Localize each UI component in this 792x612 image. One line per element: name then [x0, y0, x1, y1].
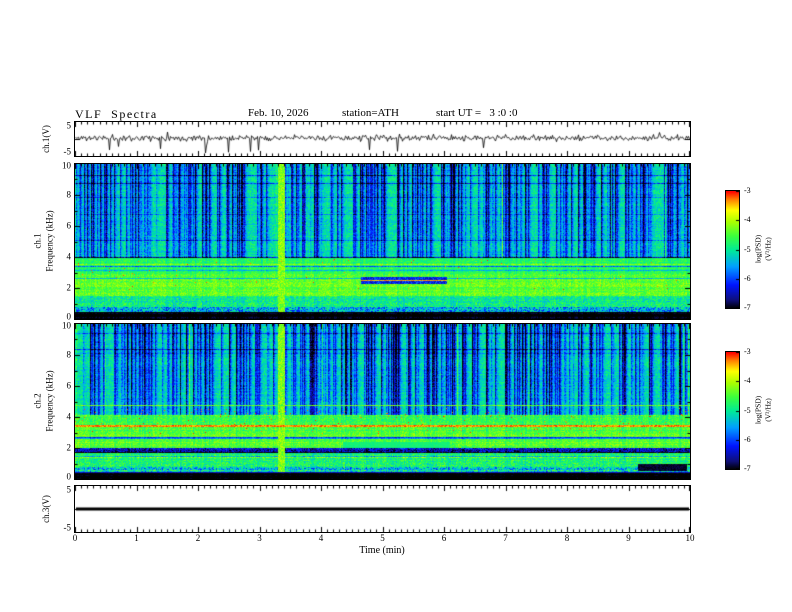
colorbar-tick-label: -3: [744, 186, 751, 195]
y-tick-label: 10: [62, 160, 71, 171]
colorbar-tick-label: -6: [744, 273, 751, 283]
y-tick-label: 4: [66, 251, 72, 262]
x-tick-label: 7: [503, 533, 508, 543]
y-tick-label: 0: [66, 471, 72, 482]
ch2-spectrogram-canvas: [74, 323, 691, 480]
y-tick-label: 10: [62, 320, 71, 331]
colorbar-tick-label: -4: [744, 215, 751, 225]
y-tick-label: -5: [63, 146, 72, 157]
x-tick-label: 1: [134, 533, 139, 543]
y-tick-label: -5: [63, 522, 72, 533]
colorbar-tick-label: -3: [744, 347, 751, 356]
x-tick-label: 6: [441, 533, 447, 543]
y-tick-label: 5: [66, 484, 72, 495]
y-tick-label: 6: [66, 380, 72, 391]
x-tick-label: 8: [564, 533, 570, 543]
x-tick-label: 0: [72, 533, 78, 543]
x-tick-label: 2: [195, 533, 201, 543]
x-tick-label: 4: [318, 533, 324, 543]
colorbar-tick-label: -5: [744, 244, 751, 254]
colorbar-tick-label: -7: [744, 303, 751, 312]
y-tick-label: 4: [66, 411, 72, 422]
ch2-spectrogram-ylabel: ch.2 Frequency (kHz): [32, 370, 54, 432]
plot-title: VLF Spectra: [75, 107, 158, 121]
ch2-colorbar: [725, 351, 740, 470]
y-tick-label: 8: [66, 189, 72, 200]
y-tick-label: 8: [66, 349, 72, 360]
ch1-colorbar: [725, 190, 740, 309]
x-tick-label: 5: [380, 533, 385, 543]
y-tick-label: 2: [66, 282, 72, 293]
ch3-waveform-canvas: [74, 485, 691, 533]
plot-date: Feb. 10, 2026: [248, 107, 309, 119]
ch2-colorbar-label: log(PSD)(V²/Hz): [753, 395, 772, 425]
ch1-waveform-ylabel: ch.1(V): [41, 125, 52, 153]
x-tick-label: 10: [685, 533, 695, 543]
ch1-spectrogram-ylabel: ch.1 Frequency (kHz): [32, 210, 54, 272]
y-tick-label: 2: [66, 442, 72, 453]
x-tick-label: 3: [257, 533, 262, 543]
colorbar-tick-label: -4: [744, 376, 751, 386]
ch1-waveform-canvas: [74, 121, 691, 157]
ch1-spectrogram-canvas: [74, 163, 691, 320]
colorbar-tick-label: -7: [744, 464, 751, 473]
x-tick-label: 9: [626, 533, 631, 543]
plot-start-ut: start UT = 3 :0 :0: [436, 107, 518, 119]
colorbar-tick-label: -6: [744, 434, 751, 444]
vlf-spectra-figure: VLF Spectra Feb. 10, 2026 station=ATH st…: [0, 0, 792, 612]
colorbar-tick-label: -5: [744, 405, 751, 415]
y-tick-label: 5: [66, 120, 72, 131]
time-axis-label: Time (min): [359, 545, 405, 556]
y-tick-label: 6: [66, 220, 72, 231]
ch3-waveform-ylabel: ch.3(V): [41, 495, 52, 523]
plot-station: station=ATH: [342, 107, 399, 119]
ch1-colorbar-label: log(PSD)(V²/Hz): [753, 234, 772, 264]
